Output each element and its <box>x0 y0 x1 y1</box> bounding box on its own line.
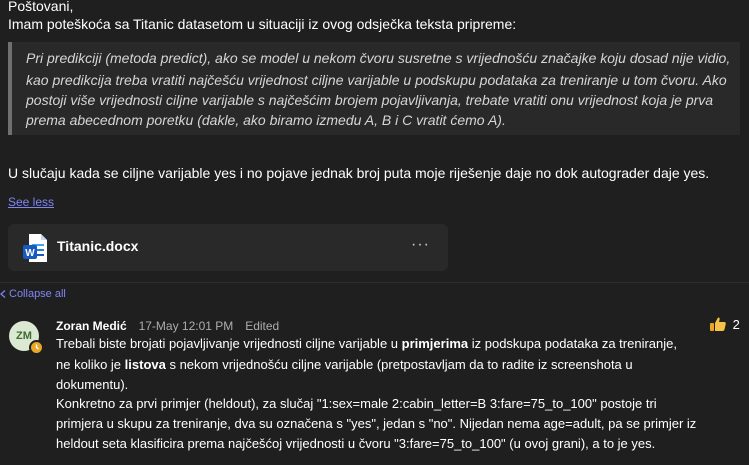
quote-line: Pri predikciji (metoda predict), ako se … <box>26 50 731 66</box>
reply-timestamp: 17-May 12:01 PM <box>138 319 234 333</box>
reply-line: ne koliko je listova s nekom vrijednošću… <box>56 357 633 372</box>
reaction-count: 2 <box>732 317 740 332</box>
away-status-icon <box>29 340 44 355</box>
reply-line: Trebali biste brojati pojavljivanje vrij… <box>56 336 677 351</box>
attachment-file-name[interactable]: Titanic.docx <box>57 238 138 254</box>
edited-label: Edited <box>245 319 280 333</box>
reply-header: Zoran Medić 17-May 12:01 PM Edited <box>56 316 279 335</box>
reply-author[interactable]: Zoran Medić <box>56 319 127 333</box>
collapse-all-label: Collapse all <box>9 288 66 300</box>
reply-line: heldout seta klasificira prema najčešćoj… <box>56 436 656 451</box>
reaction-badge[interactable]: 2 <box>709 316 740 332</box>
more-options-button[interactable]: ··· <box>411 236 430 254</box>
collapse-all-button[interactable]: Collapse all <box>0 288 66 300</box>
divider <box>0 282 749 283</box>
quote-line: postoji više vrijednosti ciljne varijabl… <box>26 92 714 108</box>
quote-line: prema abecednom poretku (dakle, ako bira… <box>26 112 506 128</box>
quoted-text-block: Pri predikciji (metoda predict), ako se … <box>8 42 740 135</box>
word-doc-icon: W <box>23 234 47 262</box>
see-less-link[interactable]: See less <box>8 192 54 212</box>
quote-line: kao predikcija treba vratiti najčešću vr… <box>26 72 727 88</box>
svg-text:W: W <box>25 248 35 259</box>
reply-line: primjera u skupu za treniranje, dva su o… <box>56 416 697 431</box>
reply-line: Konkretno za prvi primjer (heldout), za … <box>56 396 657 411</box>
attachment-card[interactable]: W Titanic.docx ··· <box>8 224 448 271</box>
message-intro: Imam poteškoća sa Titanic datasetom u si… <box>8 16 517 32</box>
chevron-left-icon <box>0 290 6 299</box>
reply-line: dokumentu). <box>56 377 129 392</box>
message-body: U slučaju kada se ciljne varijable yes i… <box>8 165 710 181</box>
thumbs-up-icon <box>710 317 726 331</box>
